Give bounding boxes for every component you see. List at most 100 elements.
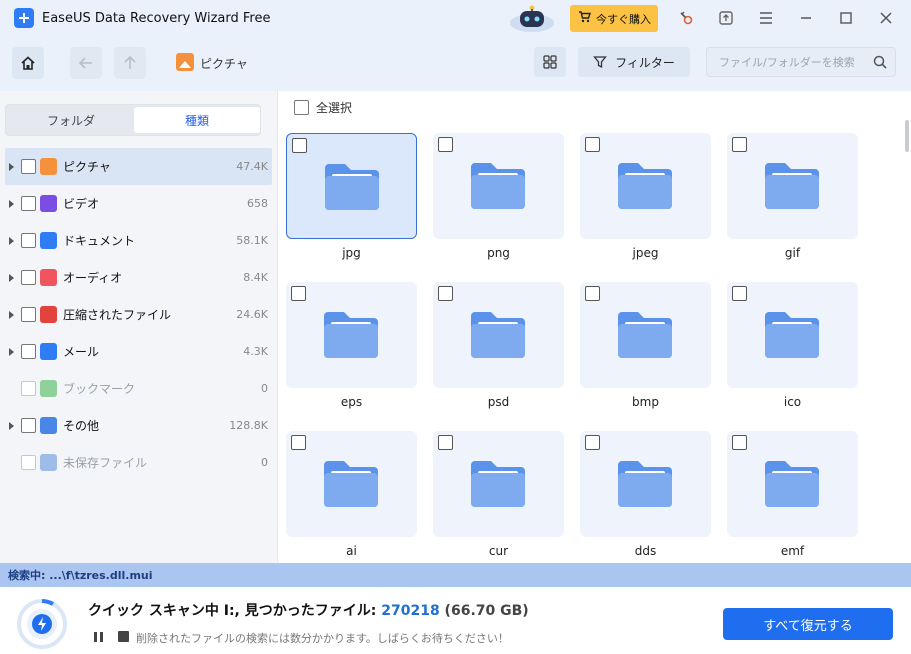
recover-all-button[interactable]: すべて復元する <box>723 608 893 640</box>
grid-icon <box>543 55 557 69</box>
sidebar-item[interactable]: ピクチャ 47.4K <box>5 148 272 185</box>
scan-hint: 削除されたファイルの検索には数分かかります。しばらくお待ちください！ <box>136 632 509 645</box>
folder-tile[interactable] <box>580 133 711 239</box>
activation-key-icon[interactable] <box>676 8 696 28</box>
maximize-icon[interactable] <box>836 8 856 28</box>
folder-icon <box>618 163 672 209</box>
sidebar-item[interactable]: オーディオ 8.4K <box>5 259 272 296</box>
buy-now-button[interactable]: 今すぐ購入 <box>570 5 658 32</box>
search-input[interactable] <box>719 55 867 69</box>
scan-title-prefix: クイック スキャン中 I:, 見つかったファイル: <box>88 603 382 619</box>
folder-label: png <box>487 246 510 260</box>
back-button[interactable] <box>70 47 102 79</box>
folder-tile[interactable] <box>727 133 858 239</box>
tab-type[interactable]: 種類 <box>134 107 260 133</box>
document-icon <box>40 232 57 249</box>
home-button[interactable] <box>12 47 44 79</box>
other-icon <box>40 417 57 434</box>
search-icon[interactable] <box>873 55 887 69</box>
folder-label: ico <box>783 395 802 409</box>
sidebar-item[interactable]: ブックマーク 0 <box>5 370 272 407</box>
folder-tile[interactable] <box>286 133 417 239</box>
folder-icon <box>324 312 378 358</box>
minimize-icon[interactable] <box>796 8 816 28</box>
pause-icon[interactable] <box>93 631 105 643</box>
filter-icon <box>593 56 607 69</box>
sidebar-item-count: 8.4K <box>243 271 268 284</box>
sidebar-item[interactable]: その他 128.8K <box>5 407 272 444</box>
folder-checkbox[interactable] <box>732 435 747 450</box>
sidebar-item-label: ビデオ <box>63 197 100 211</box>
bookmark-icon <box>40 380 57 397</box>
tab-folder[interactable]: フォルダ <box>8 107 134 133</box>
stop-icon[interactable] <box>118 631 129 642</box>
folder-tile[interactable] <box>286 282 417 388</box>
expand-arrow-icon[interactable] <box>9 310 14 319</box>
select-all-checkbox[interactable] <box>294 100 309 115</box>
expand-arrow-icon[interactable] <box>9 273 14 282</box>
sidebar-item[interactable]: 未保存ファイル 0 <box>5 444 272 481</box>
folder-checkbox[interactable] <box>585 286 600 301</box>
up-button[interactable] <box>114 47 146 79</box>
menu-icon[interactable] <box>756 8 776 28</box>
search-status-strip: 検索中: ...\f\tzres.dll.mui <box>0 563 911 587</box>
sidebar-item-checkbox[interactable] <box>21 233 36 248</box>
app-title: EaseUS Data Recovery Wizard Free <box>42 11 271 26</box>
sidebar-item-checkbox[interactable] <box>21 307 36 322</box>
sidebar-item-checkbox[interactable] <box>21 270 36 285</box>
folder-checkbox[interactable] <box>438 435 453 450</box>
picture-icon <box>176 53 194 71</box>
folder-tile[interactable] <box>433 282 564 388</box>
sidebar-item-checkbox[interactable] <box>21 159 36 174</box>
sidebar-item-checkbox[interactable] <box>21 455 36 470</box>
expand-arrow-icon[interactable] <box>9 162 14 171</box>
sidebar-item-checkbox[interactable] <box>21 418 36 433</box>
folder-checkbox[interactable] <box>585 435 600 450</box>
folder-checkbox[interactable] <box>732 286 747 301</box>
folder-tile[interactable] <box>433 133 564 239</box>
folder-label: dds <box>634 544 657 558</box>
sidebar-item-checkbox[interactable] <box>21 196 36 211</box>
breadcrumb[interactable]: ピクチャ <box>200 55 248 72</box>
folder-icon <box>618 461 672 507</box>
mail-icon <box>40 343 57 360</box>
folder-tile[interactable] <box>580 431 711 537</box>
sidebar-item-count: 0 <box>261 382 268 395</box>
folder-checkbox[interactable] <box>585 137 600 152</box>
folder-tile[interactable] <box>727 282 858 388</box>
upload-icon[interactable] <box>716 8 736 28</box>
folder-tile[interactable] <box>286 431 417 537</box>
expand-arrow-icon[interactable] <box>9 236 14 245</box>
sidebar-item[interactable]: ドキュメント 58.1K <box>5 222 272 259</box>
folder-checkbox[interactable] <box>292 138 307 153</box>
folder-checkbox[interactable] <box>291 286 306 301</box>
unsaved-icon <box>40 454 57 471</box>
video-icon <box>40 195 57 212</box>
filter-button[interactable]: フィルター <box>578 47 690 77</box>
scrollbar[interactable] <box>905 120 909 152</box>
folder-checkbox[interactable] <box>291 435 306 450</box>
folder-tile[interactable] <box>433 431 564 537</box>
expand-arrow-icon[interactable] <box>9 199 14 208</box>
folder-checkbox[interactable] <box>732 137 747 152</box>
assistant-robot-icon[interactable] <box>508 3 556 33</box>
sidebar-item-count: 24.6K <box>236 308 268 321</box>
close-icon[interactable] <box>876 8 896 28</box>
sidebar-item[interactable]: 圧縮されたファイル 24.6K <box>5 296 272 333</box>
folder-icon <box>618 312 672 358</box>
folder-checkbox[interactable] <box>438 286 453 301</box>
sidebar-item-checkbox[interactable] <box>21 344 36 359</box>
select-all[interactable]: 全選択 <box>294 99 352 116</box>
grid-view-button[interactable] <box>534 47 566 77</box>
folder-tile[interactable] <box>580 282 711 388</box>
expand-arrow-icon[interactable] <box>9 347 14 356</box>
home-icon <box>21 56 35 70</box>
picture-icon <box>40 158 57 175</box>
sidebar-item-checkbox[interactable] <box>21 381 36 396</box>
sidebar-item-count: 128.8K <box>229 419 268 432</box>
folder-checkbox[interactable] <box>438 137 453 152</box>
sidebar-item[interactable]: メール 4.3K <box>5 333 272 370</box>
sidebar-item[interactable]: ビデオ 658 <box>5 185 272 222</box>
expand-arrow-icon[interactable] <box>9 421 14 430</box>
folder-tile[interactable] <box>727 431 858 537</box>
